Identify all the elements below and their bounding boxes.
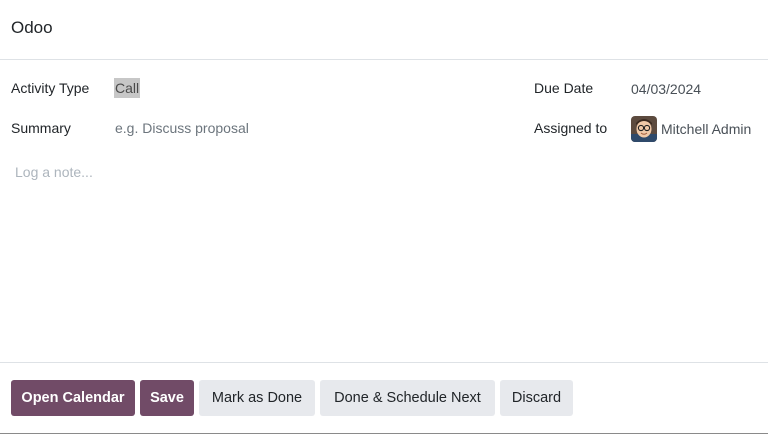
dialog-header: Odoo <box>0 0 768 60</box>
discard-button[interactable]: Discard <box>500 380 573 416</box>
open-calendar-button[interactable]: Open Calendar <box>11 380 135 416</box>
dialog-footer: Open Calendar Save Mark as Done Done & S… <box>0 362 768 434</box>
activity-type-label: Activity Type <box>11 80 90 96</box>
dialog-title: Odoo <box>11 18 53 37</box>
note-textarea[interactable] <box>15 164 755 344</box>
assigned-to-label: Assigned to <box>534 120 608 136</box>
due-date-label: Due Date <box>534 80 594 96</box>
assigned-to-name: Mitchell Admin <box>661 121 752 137</box>
due-date-field[interactable]: 04/03/2024 <box>631 81 701 97</box>
save-button[interactable]: Save <box>140 380 194 416</box>
mark-as-done-button[interactable]: Mark as Done <box>199 380 315 416</box>
activity-type-field[interactable]: Call <box>114 78 141 98</box>
activity-dialog: Odoo Activity Type Call Summary Due Date… <box>0 0 768 434</box>
user-avatar-icon <box>631 116 657 142</box>
summary-label: Summary <box>11 120 71 136</box>
assigned-to-field[interactable]: Mitchell Admin <box>631 116 751 142</box>
summary-input[interactable] <box>115 120 495 136</box>
done-schedule-next-button[interactable]: Done & Schedule Next <box>320 380 495 416</box>
